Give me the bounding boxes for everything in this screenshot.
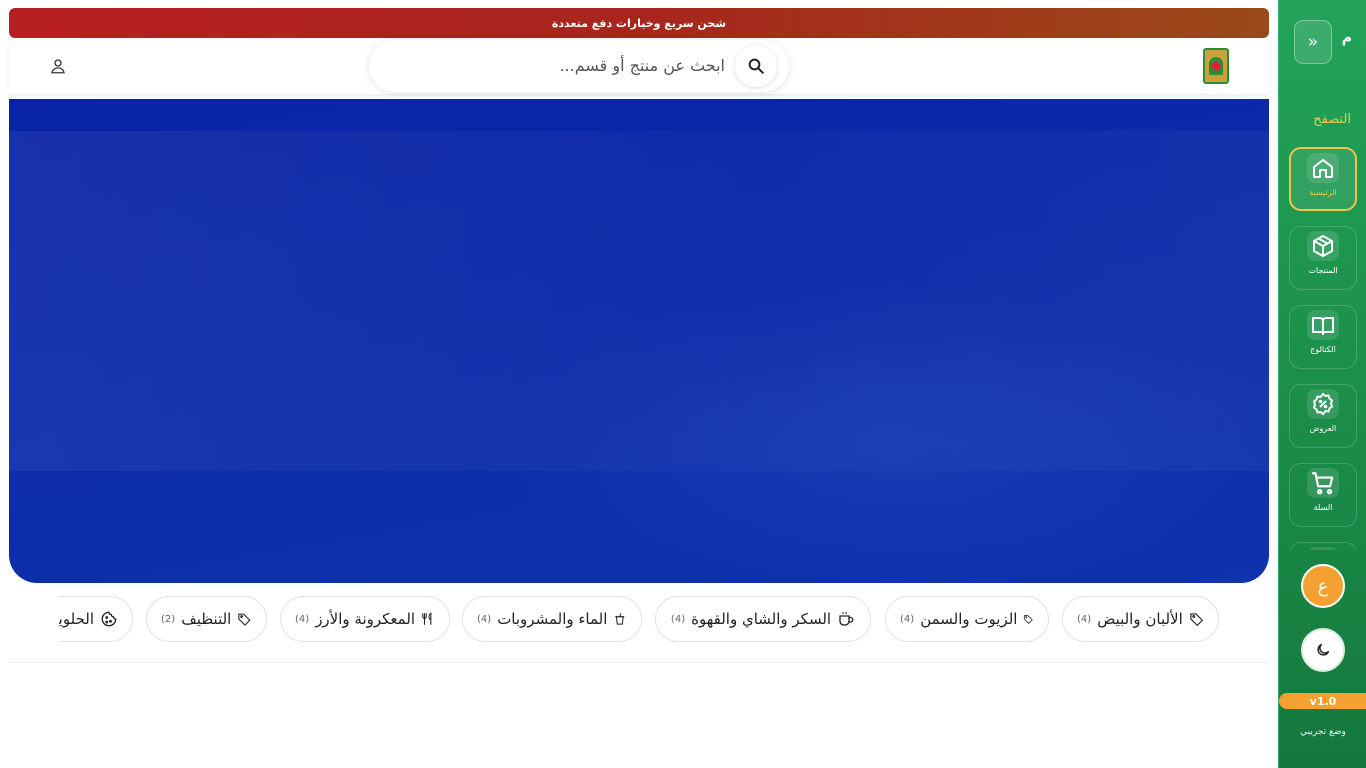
- sidebar-item-more[interactable]: [1289, 542, 1357, 550]
- cart-icon: [1312, 472, 1334, 495]
- hero-glow: [489, 279, 1269, 583]
- chevrons-right-icon: »: [1307, 32, 1319, 52]
- sidebar: م » التصفح الرئيسية المنتجات الكتالوج ال…: [1278, 0, 1366, 768]
- category-chip-water-drinks[interactable]: الماء والمشروبات (4): [462, 596, 642, 642]
- language-button[interactable]: ع: [1301, 564, 1345, 608]
- sidebar-item-home[interactable]: الرئيسية: [1289, 147, 1357, 211]
- sidebar-nav: الرئيسية المنتجات الكتالوج العروض السلة: [1289, 147, 1357, 550]
- section-divider: [9, 662, 1269, 663]
- account-button[interactable]: [47, 55, 69, 77]
- drink-cup-icon: [615, 613, 625, 625]
- book-icon: [1312, 317, 1334, 335]
- hero-banner[interactable]: [9, 99, 1269, 583]
- search-input[interactable]: ابحث عن منتج أو قسم...: [559, 40, 725, 92]
- more-icon: [1307, 547, 1339, 550]
- sidebar-item-catalog[interactable]: الكتالوج: [1289, 305, 1357, 369]
- moon-icon: [1317, 643, 1330, 656]
- home-icon: [1313, 159, 1333, 178]
- search-bar[interactable]: ابحث عن منتج أو قسم...: [369, 40, 789, 92]
- discount-badge-icon: [1312, 392, 1334, 416]
- box-icon: [1313, 235, 1333, 257]
- tag-icon: [238, 613, 251, 626]
- cookie-icon: [101, 611, 117, 627]
- sidebar-brand: م: [1341, 30, 1352, 46]
- category-chip-sugar-tea-coffee[interactable]: السكر والشاي والقهوة (4): [655, 596, 871, 642]
- announcement-text: شحن سريع وخيارات دفع متعددة: [551, 16, 727, 30]
- utensils-icon: [422, 612, 432, 625]
- version-badge: v1.0: [1279, 693, 1366, 709]
- announcement-bar: شحن سريع وخيارات دفع متعددة: [9, 8, 1269, 38]
- user-icon: [51, 59, 65, 74]
- tag-icon: [1024, 615, 1034, 624]
- sidebar-item-offers[interactable]: العروض: [1289, 384, 1357, 448]
- category-chips: الألبان والبيض (4) الزيوت والسمن (4) الس…: [59, 594, 1229, 644]
- sidebar-item-cart[interactable]: السلة: [1289, 463, 1357, 527]
- search-button[interactable]: [735, 45, 777, 87]
- header: ابحث عن منتج أو قسم...: [9, 38, 1269, 94]
- sidebar-collapse-button[interactable]: »: [1294, 20, 1332, 64]
- category-chip-oils[interactable]: الزيوت والسمن (4): [885, 596, 1049, 642]
- sidebar-section-title: التصفح: [1313, 112, 1351, 127]
- category-chip-pasta-rice[interactable]: المعكرونة والأرز (4): [280, 596, 450, 642]
- category-chip-cleaning[interactable]: التنظيف (2): [146, 596, 267, 642]
- mode-label: وضع تجريبي: [1300, 727, 1346, 737]
- category-chip-dairy[interactable]: الألبان والبيض (4): [1062, 596, 1219, 642]
- coffee-cup-icon: [839, 612, 854, 626]
- category-chip-sweets[interactable]: الحلويات: [59, 596, 133, 642]
- tag-icon: [1190, 613, 1203, 627]
- store-logo[interactable]: [1203, 48, 1229, 84]
- theme-toggle-button[interactable]: [1301, 628, 1345, 672]
- sidebar-item-products[interactable]: المنتجات: [1289, 226, 1357, 290]
- search-icon: [748, 58, 764, 74]
